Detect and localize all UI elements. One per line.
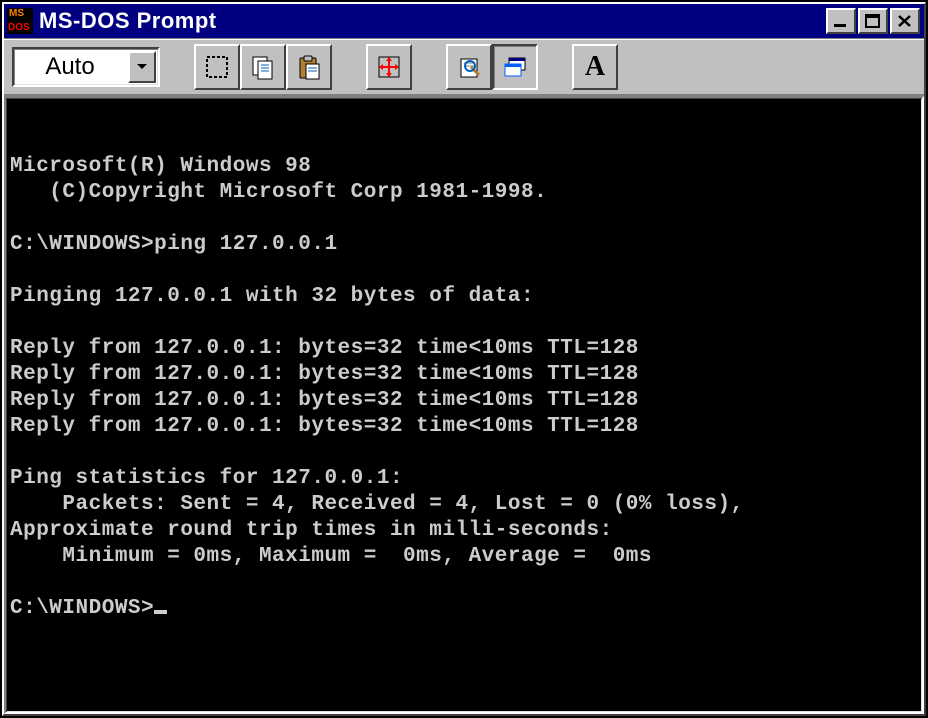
background-button[interactable]: [492, 44, 538, 90]
font-button[interactable]: A: [572, 44, 618, 90]
fullscreen-icon: [375, 53, 403, 81]
font-icon: A: [585, 53, 605, 81]
clipboard-group: [194, 44, 332, 90]
cursor: [154, 610, 167, 614]
font-size-value: Auto: [14, 55, 126, 79]
maximize-icon: [865, 14, 881, 28]
chevron-down-icon: [136, 63, 148, 71]
window-controls: [826, 8, 920, 34]
toolbar: Auto: [4, 38, 924, 96]
titlebar: MSDOS MS-DOS Prompt: [4, 4, 924, 38]
copy-button[interactable]: [240, 44, 286, 90]
copy-icon: [249, 53, 277, 81]
close-icon: [897, 14, 913, 28]
window-title: MS-DOS Prompt: [39, 10, 820, 32]
window-frame: MSDOS MS-DOS Prompt Auto: [2, 2, 926, 716]
fullscreen-button[interactable]: [366, 44, 412, 90]
dropdown-button[interactable]: [128, 51, 156, 83]
background-icon: [501, 53, 529, 81]
paste-icon: [295, 53, 323, 81]
properties-icon: [455, 53, 483, 81]
minimize-button[interactable]: [826, 8, 856, 34]
font-size-select[interactable]: Auto: [12, 47, 160, 87]
mark-button[interactable]: [194, 44, 240, 90]
terminal-output[interactable]: Microsoft(R) Windows 98 (C)Copyright Mic…: [6, 98, 922, 626]
view-group: [446, 44, 538, 90]
paste-button[interactable]: [286, 44, 332, 90]
maximize-button[interactable]: [858, 8, 888, 34]
properties-button[interactable]: [446, 44, 492, 90]
minimize-icon: [833, 14, 849, 28]
close-button[interactable]: [890, 8, 920, 34]
terminal-frame: Microsoft(R) Windows 98 (C)Copyright Mic…: [4, 96, 924, 714]
msdos-icon: MSDOS: [7, 8, 33, 34]
mark-icon: [203, 53, 231, 81]
